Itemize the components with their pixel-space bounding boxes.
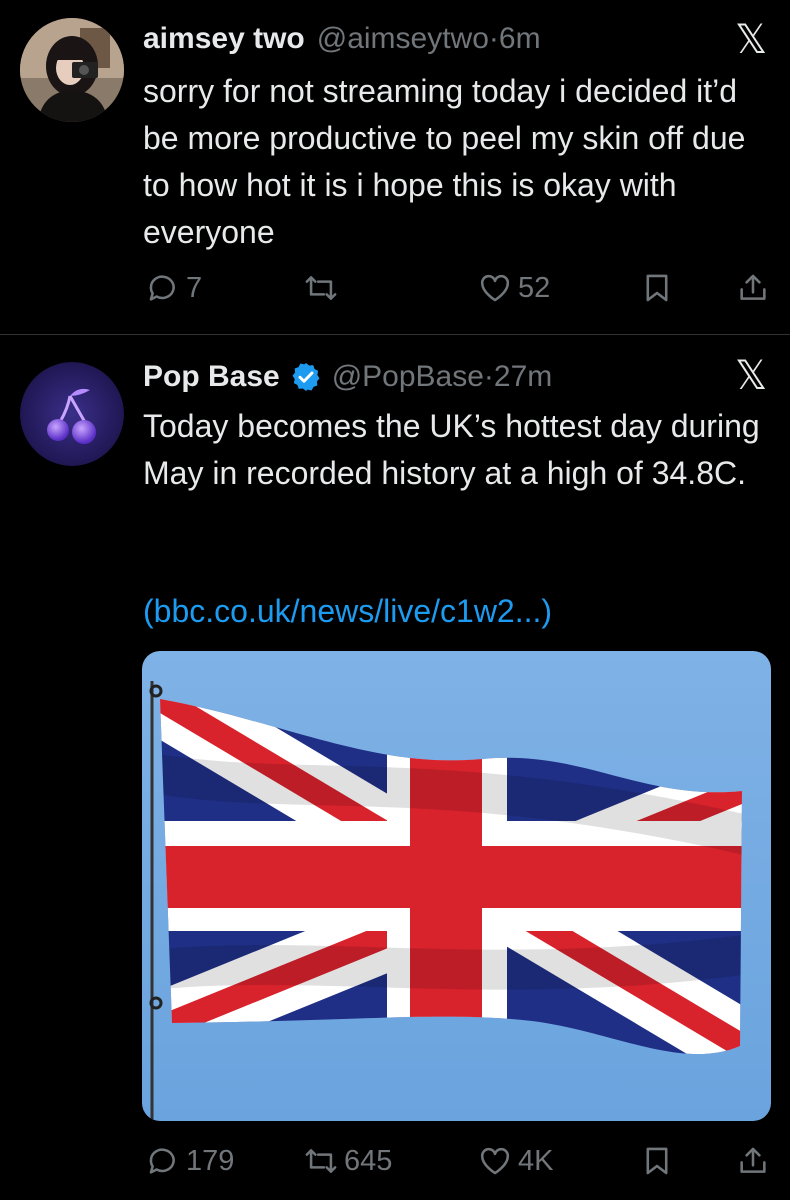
display-name[interactable]: aimsey two xyxy=(143,22,305,56)
reply-icon xyxy=(149,275,175,301)
display-name[interactable]: Pop Base xyxy=(143,360,280,394)
bookmark-icon xyxy=(646,1147,668,1175)
share-button[interactable] xyxy=(736,271,770,305)
avatar-photo xyxy=(20,18,124,122)
like-button[interactable]: 52 xyxy=(478,271,550,305)
like-count: 52 xyxy=(518,271,551,304)
x-logo-icon: 𝕏 xyxy=(735,17,768,63)
like-icon xyxy=(480,274,510,302)
reply-count: 7 xyxy=(186,271,203,304)
reply-count: 179 xyxy=(186,1144,235,1177)
bookmark-button[interactable] xyxy=(640,271,674,305)
share-icon xyxy=(740,1147,766,1173)
tweet-link[interactable]: (bbc.co.uk/news/live/c1w2...) xyxy=(143,588,552,635)
retweet-count: 645 xyxy=(344,1144,393,1177)
bookmark-icon xyxy=(646,274,668,302)
avatar-popbase[interactable] xyxy=(20,362,124,466)
share-icon xyxy=(740,274,766,300)
share-button[interactable] xyxy=(736,1144,770,1178)
tweet-text: sorry for not streaming today i decided … xyxy=(143,73,746,250)
tweet-1-header: aimsey two @aimseytwo·6m xyxy=(143,22,541,56)
union-jack-flag-image xyxy=(142,651,771,1121)
tweet-text: Today becomes the UK’s hottest day durin… xyxy=(143,408,760,491)
reply-button[interactable]: 179 xyxy=(146,1144,234,1178)
tweet-divider xyxy=(0,334,790,335)
retweet-button[interactable] xyxy=(304,271,344,305)
retweet-icon xyxy=(305,1149,337,1173)
handle-timestamp[interactable]: @aimseytwo·6m xyxy=(317,22,541,56)
like-icon xyxy=(480,1147,510,1175)
avatar-aimsey[interactable] xyxy=(20,18,124,122)
bookmark-button[interactable] xyxy=(640,1144,674,1178)
cherry-icon xyxy=(20,362,124,466)
reply-icon xyxy=(149,1148,175,1174)
tweet-image[interactable] xyxy=(142,651,771,1121)
tweet-2-header: Pop Base @PopBase·27m xyxy=(143,360,552,394)
like-count: 4K xyxy=(518,1144,554,1177)
like-button[interactable]: 4K xyxy=(478,1144,553,1178)
retweet-button[interactable]: 645 xyxy=(304,1144,392,1178)
verified-badge-icon xyxy=(292,363,320,391)
handle-timestamp[interactable]: @PopBase·27m xyxy=(332,360,553,394)
reply-button[interactable]: 7 xyxy=(146,271,202,305)
x-logo-icon: 𝕏 xyxy=(735,353,768,399)
retweet-icon xyxy=(305,276,337,300)
